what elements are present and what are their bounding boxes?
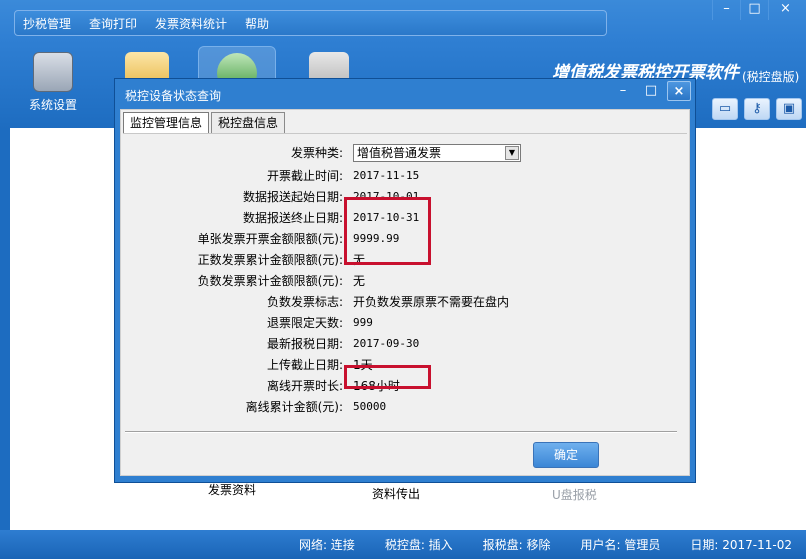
field-label: 离线累计金额(元): — [245, 400, 343, 414]
field-label: 单张发票开票金额限额(元): — [197, 232, 343, 246]
field-label: 退票限定天数: — [266, 316, 343, 330]
key-icon[interactable]: ⚷ — [744, 98, 770, 120]
status-user: 用户名: 管理员 — [580, 538, 661, 552]
field-value: 无 — [353, 274, 366, 288]
field-label: 负数发票累计金额限额(元): — [197, 274, 343, 288]
menu-help[interactable]: 帮助 — [245, 15, 269, 32]
field-row: 负数发票标志: 开负数发票原票不需要在盘内 — [123, 292, 687, 312]
field-label: 最新报税日期: — [266, 337, 343, 351]
status-bar: 网络: 连接 税控盘: 插入 报税盘: 移除 用户名: 管理员 日期: 2017… — [0, 530, 806, 559]
invoice-type-value: 增值税普通发票 — [357, 146, 442, 160]
quick-toolbar: ▭ ⚷ ▣ — [706, 98, 802, 120]
field-value: 50000 — [353, 400, 387, 413]
data-upload-label[interactable]: 资料传出 — [372, 485, 420, 502]
status-report-disk: 报税盘: 移除 — [482, 538, 551, 552]
window-controls: – □ × — [712, 0, 802, 20]
dialog-close-button[interactable]: × — [667, 81, 691, 101]
field-label: 负数发票标志: — [266, 295, 343, 309]
dialog-maximize-button[interactable]: □ — [639, 81, 663, 101]
menu-bar: 抄税管理 查询打印 发票资料统计 帮助 — [14, 10, 607, 36]
status-tax-disk: 税控盘: 插入 — [384, 538, 453, 552]
highlight-box — [344, 197, 431, 265]
ok-button[interactable]: 确定 — [533, 442, 599, 468]
status-network: 网络: 连接 — [298, 538, 355, 552]
invoice-data-label[interactable]: 发票资料 — [208, 481, 256, 498]
dialog-title: 税控设备状态查询 — [125, 89, 222, 103]
dialog-body: 监控管理信息 税控盘信息 发票种类: 增值税普通发票 ▼ 开票截止时间: 201… — [120, 109, 690, 476]
dialog-controls: – □ × — [607, 81, 691, 101]
field-row: 发票种类: 增值税普通发票 ▼ — [123, 143, 687, 163]
system-settings-button[interactable]: 系统设置 — [14, 46, 92, 118]
highlight-box — [344, 365, 431, 389]
invoice-type-select[interactable]: 增值税普通发票 ▼ — [353, 144, 521, 162]
divider — [125, 431, 677, 433]
field-label: 开票截止时间: — [266, 169, 343, 183]
chevron-down-icon[interactable]: ▼ — [505, 146, 519, 160]
tab-tax-disk-info[interactable]: 税控盘信息 — [211, 112, 286, 134]
dialog-minimize-button[interactable]: – — [611, 81, 635, 101]
field-row: 退票限定天数: 999 — [123, 313, 687, 333]
menu-tax-copy[interactable]: 抄税管理 — [23, 15, 71, 32]
window-icon[interactable]: ▭ — [712, 98, 738, 120]
minimize-button[interactable]: – — [712, 0, 740, 20]
field-label: 数据报送终止日期: — [242, 211, 343, 225]
menu-invoice-stats[interactable]: 发票资料统计 — [155, 15, 227, 32]
field-row: 负数发票累计金额限额(元): 无 — [123, 271, 687, 291]
field-row: 最新报税日期: 2017-09-30 — [123, 334, 687, 354]
tab-panel: 发票种类: 增值税普通发票 ▼ 开票截止时间: 2017-11-15 数据报送起… — [123, 133, 687, 433]
field-row: 离线累计金额(元): 50000 — [123, 397, 687, 417]
menu-query-print[interactable]: 查询打印 — [89, 15, 137, 32]
field-label: 上传截止日期: — [266, 358, 343, 372]
system-settings-label: 系统设置 — [28, 98, 77, 112]
status-date: 日期: 2017-11-02 — [690, 538, 792, 552]
tab-strip: 监控管理信息 税控盘信息 — [123, 112, 287, 134]
maximize-button[interactable]: □ — [740, 0, 768, 20]
brand-subtitle: (税控盘版) — [742, 70, 800, 84]
settings-icon — [33, 52, 73, 92]
field-value: 2017-11-15 — [353, 169, 420, 182]
usb-tax-label: U盘报税 — [552, 488, 597, 502]
invoice-type-label: 发票种类: — [290, 146, 343, 160]
field-label: 正数发票累计金额限额(元): — [197, 253, 343, 267]
tab-monitor-info[interactable]: 监控管理信息 — [123, 112, 210, 134]
field-value: 2017-09-30 — [353, 337, 420, 350]
field-label: 数据报送起始日期: — [242, 190, 343, 204]
lock-icon[interactable]: ▣ — [776, 98, 802, 120]
field-label: 离线开票时长: — [266, 379, 343, 393]
close-button[interactable]: × — [768, 0, 802, 20]
field-value: 开负数发票原票不需要在盘内 — [353, 295, 510, 309]
field-value: 999 — [353, 316, 373, 329]
device-status-dialog: 税控设备状态查询 – □ × 监控管理信息 税控盘信息 发票种类: 增值税普通发… — [114, 78, 696, 483]
field-row: 开票截止时间: 2017-11-15 — [123, 166, 687, 186]
